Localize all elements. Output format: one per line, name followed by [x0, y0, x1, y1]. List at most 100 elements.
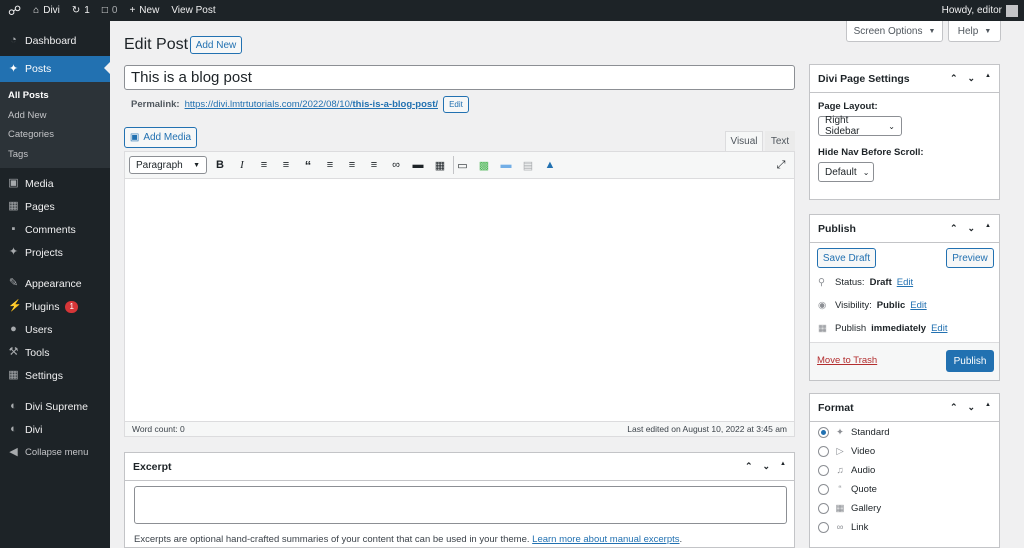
move-up-icon[interactable]: ⌃	[950, 402, 958, 413]
updates-link[interactable]: ↻ 1	[66, 0, 96, 21]
edit-schedule-link[interactable]: Edit	[931, 323, 947, 334]
excerpt-title: Excerpt	[133, 460, 172, 473]
new-content-link[interactable]: + New	[123, 0, 165, 21]
align-right-icon[interactable]: ≡	[365, 156, 383, 174]
sidebar-item-users[interactable]: ● Users	[0, 318, 110, 341]
align-left-icon[interactable]: ≡	[321, 156, 339, 174]
sidebar-item-projects[interactable]: ✦ Projects	[0, 241, 110, 264]
format-option-link[interactable]: ∞ Link	[818, 522, 868, 533]
submenu-tags[interactable]: Tags	[0, 145, 110, 165]
move-down-icon[interactable]: ⌄	[968, 73, 976, 84]
fullscreen-icon[interactable]: ⤢	[772, 156, 790, 174]
move-down-icon[interactable]: ⌄	[763, 461, 771, 472]
user-content-icon[interactable]: ▲	[541, 156, 559, 174]
toggle-panel-icon[interactable]: ▲	[985, 73, 991, 84]
tab-visual[interactable]: Visual	[725, 131, 763, 151]
editor-content-area[interactable]	[125, 179, 794, 421]
format-option-standard[interactable]: ✦ Standard	[818, 427, 890, 438]
align-center-icon[interactable]: ≡	[343, 156, 361, 174]
sidebar-item-media[interactable]: ▣ Media	[0, 172, 110, 195]
hide-nav-select[interactable]: Default ⌄	[818, 162, 874, 182]
pin-icon: ✦	[8, 246, 19, 258]
radio-video[interactable]	[818, 446, 829, 457]
blockquote-icon[interactable]: “	[299, 156, 317, 174]
radio-link[interactable]	[818, 522, 829, 533]
bold-icon[interactable]: B	[211, 156, 229, 174]
move-down-icon[interactable]: ⌄	[968, 223, 976, 234]
sidebar-item-divi[interactable]: ◐ Divi	[0, 418, 110, 441]
radio-audio[interactable]	[818, 465, 829, 476]
toggle-panel-icon[interactable]: ▲	[780, 461, 786, 472]
format-option-video[interactable]: ▷ Video	[818, 446, 875, 457]
sidebar-item-divi-supreme[interactable]: ◐ Divi Supreme	[0, 395, 110, 418]
radio-gallery[interactable]	[818, 503, 829, 514]
radio-quote[interactable]	[818, 484, 829, 495]
scrollbar[interactable]	[1016, 21, 1024, 548]
preview-button[interactable]: Preview	[946, 248, 994, 268]
toolbar-toggle-icon[interactable]: ▦	[431, 156, 449, 174]
sidebar-item-posts[interactable]: ✦ Posts	[0, 56, 110, 82]
read-more-icon[interactable]: ▬	[409, 156, 427, 174]
move-to-trash-link[interactable]: Move to Trash	[817, 355, 877, 366]
format-option-gallery[interactable]: ▦ Gallery	[818, 503, 881, 514]
sidebar-item-comments[interactable]: ▪ Comments	[0, 218, 110, 241]
page-layout-select[interactable]: Right Sidebar ⌄	[818, 115, 902, 137]
sidebar-item-dashboard[interactable]: ◔ Dashboard	[0, 29, 110, 52]
post-title-input[interactable]: This is a blog post	[124, 65, 795, 90]
tab-text[interactable]: Text	[765, 131, 795, 151]
add-media-button[interactable]: ▣ Add Media	[124, 127, 197, 148]
permalink-link[interactable]: https://divi.lmtrtutorials.com/2022/08/1…	[185, 99, 438, 110]
status-value: Draft	[869, 277, 892, 288]
view-post-link[interactable]: View Post	[165, 0, 221, 21]
sidebar-item-plugins[interactable]: ⚡ Plugins 1	[0, 295, 110, 318]
wordpress-logo-icon[interactable]: ☍	[0, 0, 27, 21]
help-tab[interactable]: Help ▼	[948, 21, 1001, 42]
permalink-edit-button[interactable]: Edit	[443, 95, 469, 113]
editor-toolbar: Paragraph ▼ B I ≡ ≡ “ ≡ ≡ ≡ ∞ ▬ ▦ ▭ ▩ ▬ ▤…	[125, 152, 794, 179]
divi-page-settings-box: Divi Page Settings ⌃ ⌄ ▲ Page Layout: Righ…	[809, 64, 1000, 200]
format-label-gallery: Gallery	[851, 503, 882, 514]
collapse-menu-button[interactable]: ◀ Collapse menu	[0, 441, 110, 464]
site-name-link[interactable]: ⌂ Divi	[27, 0, 66, 21]
link-icon[interactable]: ∞	[387, 156, 405, 174]
button-icon[interactable]: ▬	[497, 156, 515, 174]
bullet-list-icon[interactable]: ≡	[255, 156, 273, 174]
sidebar-item-label: Projects	[25, 246, 63, 259]
comments-link[interactable]: □ 0	[96, 0, 124, 21]
caret-down-icon: ▼	[928, 27, 936, 35]
sidebar-item-label: Collapse menu	[25, 447, 89, 458]
add-new-button[interactable]: Add New	[190, 36, 242, 54]
columns-icon[interactable]: ▩	[475, 156, 493, 174]
submenu-all-posts[interactable]: All Posts	[0, 86, 110, 106]
toggle-panel-icon[interactable]: ▲	[985, 402, 991, 413]
italic-icon[interactable]: I	[233, 156, 251, 174]
radio-standard[interactable]	[818, 427, 829, 438]
edit-visibility-link[interactable]: Edit	[910, 300, 926, 311]
box-icon[interactable]: ▤	[519, 156, 537, 174]
toggle-panel-icon[interactable]: ▲	[985, 223, 991, 234]
pages-icon: ▦	[8, 200, 19, 212]
submenu-add-new[interactable]: Add New	[0, 106, 110, 126]
sidebar-item-pages[interactable]: ▦ Pages	[0, 195, 110, 218]
save-draft-button[interactable]: Save Draft	[817, 248, 876, 268]
move-down-icon[interactable]: ⌄	[968, 402, 976, 413]
format-select[interactable]: Paragraph ▼	[129, 156, 207, 174]
my-account-link[interactable]: Howdy, editor	[936, 0, 1024, 21]
shortcode-icon[interactable]: ▭	[453, 156, 471, 174]
move-up-icon[interactable]: ⌃	[950, 223, 958, 234]
sidebar-item-settings[interactable]: ▦ Settings	[0, 364, 110, 387]
submenu-categories[interactable]: Categories	[0, 125, 110, 145]
edit-status-link[interactable]: Edit	[897, 277, 913, 288]
move-up-icon[interactable]: ⌃	[950, 73, 958, 84]
sidebar-item-appearance[interactable]: ✎ Appearance	[0, 272, 110, 295]
plugins-update-badge: 1	[65, 300, 78, 313]
publish-button[interactable]: Publish	[946, 350, 994, 372]
format-option-audio[interactable]: ♫ Audio	[818, 465, 875, 476]
numbered-list-icon[interactable]: ≡	[277, 156, 295, 174]
excerpt-help-link[interactable]: Learn more about manual excerpts	[532, 534, 679, 545]
sidebar-item-tools[interactable]: ⚒ Tools	[0, 341, 110, 364]
excerpt-textarea[interactable]	[134, 486, 787, 524]
format-option-quote[interactable]: “ Quote	[818, 484, 877, 495]
screen-options-tab[interactable]: Screen Options ▼	[846, 21, 943, 42]
move-up-icon[interactable]: ⌃	[745, 461, 753, 472]
